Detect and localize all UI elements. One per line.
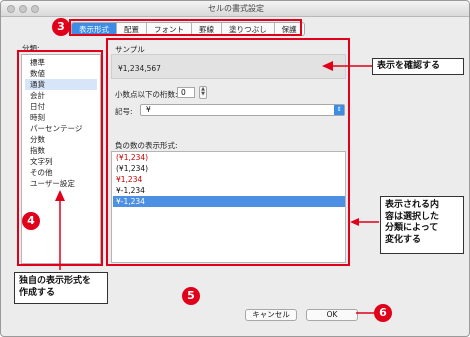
- callout-change-line-2: 容は選択した: [385, 211, 440, 222]
- arrow-head-format-area: [350, 218, 359, 226]
- callout-custom-format: 独自の表示形式を 作成する: [14, 272, 108, 304]
- step-badge-5: 5: [182, 287, 200, 305]
- step-badge-4: 4: [22, 212, 40, 230]
- callout-custom-line-1: 独自の表示形式を: [19, 276, 92, 286]
- arrow-head-sample: [322, 61, 333, 71]
- callout-change-line-4: 変化する: [385, 234, 422, 245]
- callout-confirm-display: 表示を確認する: [372, 58, 464, 75]
- screenshot-root: セルの書式設定 表示形式 配置 フォント 罫線 塗りつぶし 保護 分類: 標準 …: [0, 0, 470, 337]
- arrow-head-custom-item: [55, 190, 65, 201]
- step-badge-6: 6: [374, 304, 392, 322]
- callout-change-line-3: 分類によって: [385, 223, 439, 233]
- callout-custom-line-2: 作成する: [19, 287, 56, 298]
- callout-confirm-text: 表示を確認する: [377, 61, 441, 71]
- callout-content-changes: 表示される内 容は選択した 分類によって 変化する: [380, 196, 464, 254]
- callout-change-line-1: 表示される内: [385, 200, 440, 210]
- step-badge-3: 3: [52, 18, 70, 36]
